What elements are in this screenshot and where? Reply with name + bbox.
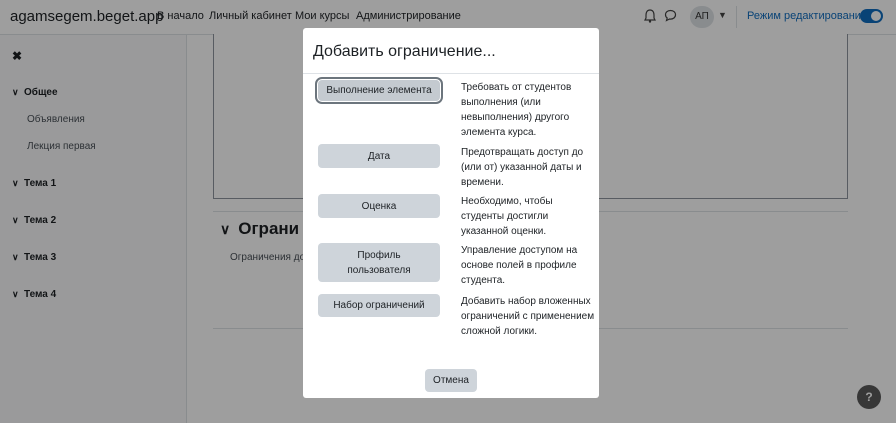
grade-button[interactable]: Оценка [318, 194, 440, 218]
restriction-set-description: Добавить набор вложенных ограничений с п… [461, 296, 595, 337]
user-profile-description: Управление доступом на основе полей в пр… [461, 245, 578, 286]
add-restriction-dialog: Добавить ограничение... Выполнение элеме… [303, 28, 599, 398]
restriction-set-button[interactable]: Набор ограничений [318, 294, 440, 317]
dialog-title: Добавить ограничение... [313, 43, 496, 60]
date-description: Предотвращать доступ до (или от) указанн… [461, 147, 584, 188]
cancel-button[interactable]: Отмена [425, 369, 477, 392]
activity-completion-description: Требовать от студентов выполнения (или н… [461, 82, 572, 138]
activity-completion-button[interactable]: Выполнение элемента [315, 77, 443, 104]
user-profile-button[interactable]: Профиль пользователя [318, 243, 440, 282]
grade-description: Необходимо, чтобы студенты достигли указ… [461, 196, 553, 237]
dialog-divider [303, 73, 599, 74]
date-button[interactable]: Дата [318, 144, 440, 168]
